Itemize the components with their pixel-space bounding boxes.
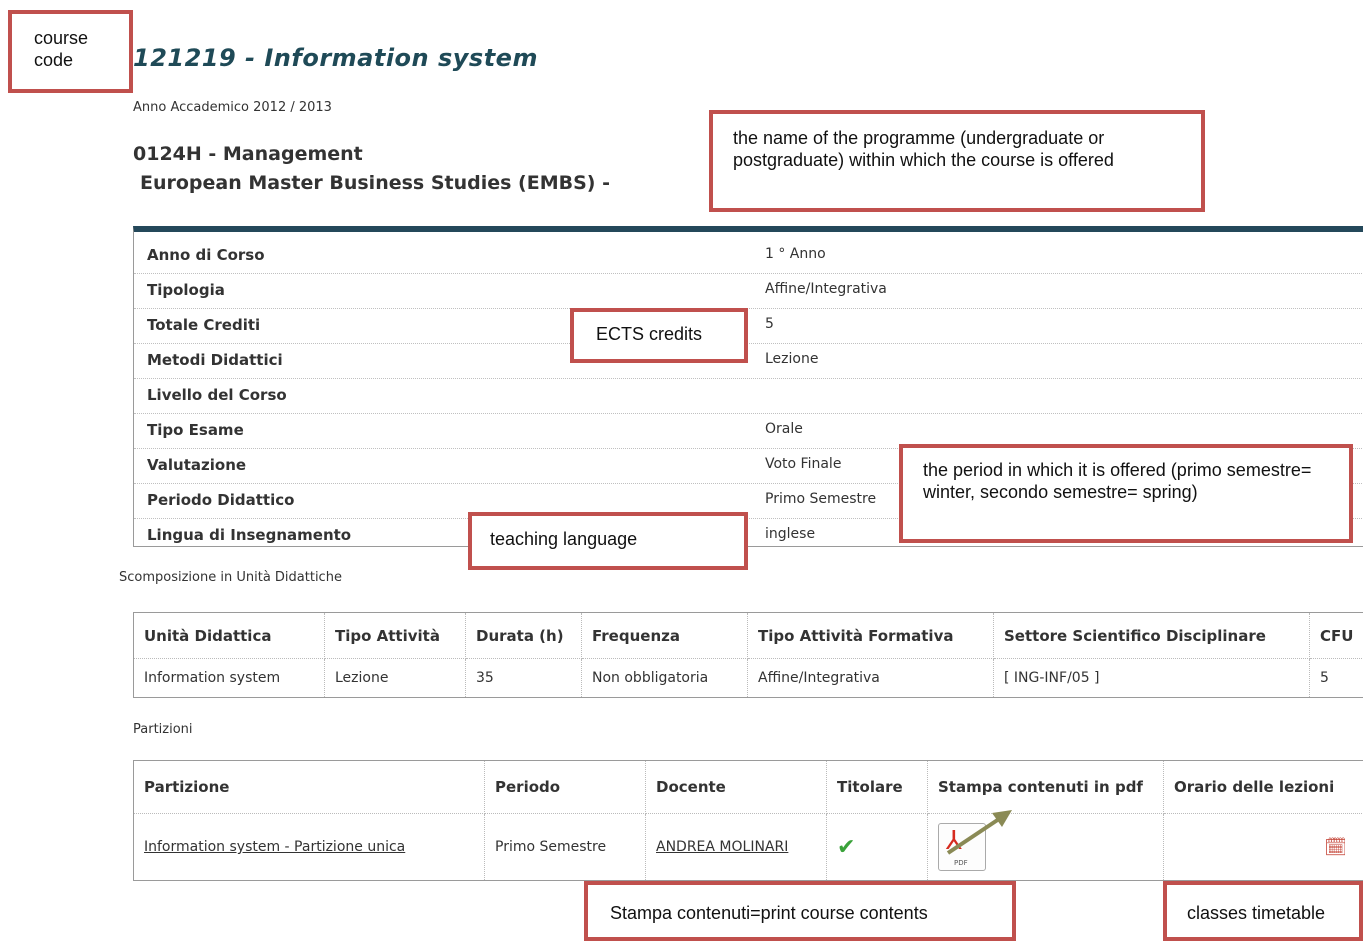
info-label: Periodo Didattico [147,491,294,509]
col-periodo: Periodo [485,761,646,814]
col-durata: Durata (h) [466,613,582,659]
info-value: Affine/Integrativa [765,281,887,297]
teacher-link[interactable]: ANDREA MOLINARI [656,839,788,855]
cell-periodo: Primo Semestre [485,814,646,881]
info-row: Metodi Didattici Lezione [134,343,1363,379]
annotation-timetable: classes timetable [1163,881,1363,941]
cell-settore: [ ING-INF/05 ] [994,659,1310,698]
info-value: Lezione [765,351,818,367]
col-tipo-attivita: Tipo Attività [325,613,466,659]
annotation-language: teaching language [468,512,748,570]
arrow-annotation [940,805,1020,860]
cell-frequenza: Non obbligatoria [582,659,748,698]
info-label: Metodi Didattici [147,351,283,369]
units-section-title: Scomposizione in Unità Didattiche [119,570,342,585]
info-label: Tipo Esame [147,421,244,439]
col-docente: Docente [646,761,827,814]
info-value: 5 [765,316,774,332]
col-frequenza: Frequenza [582,613,748,659]
partitions-header-row: Partizione Periodo Docente Titolare Stam… [134,761,1363,814]
units-table: Unità Didattica Tipo Attività Durata (h)… [133,612,1363,698]
info-label: Tipologia [147,281,225,299]
info-label: Anno di Corso [147,246,265,264]
table-row: Information system Lezione 35 Non obblig… [134,659,1363,698]
programme-code: 0124H - Management [133,143,363,165]
annotation-ects: ECTS credits [570,308,748,363]
col-tipo-formativa: Tipo Attività Formativa [748,613,994,659]
info-label: Valutazione [147,456,246,474]
cell-tipo-formativa: Affine/Integrativa [748,659,994,698]
info-row: Anno di Corso 1 ° Anno [134,238,1363,274]
partitions-section-title: Partizioni [133,722,193,737]
info-label: Livello del Corso [147,386,287,404]
info-row: Livello del Corso [134,378,1363,414]
info-label: Lingua di Insegnamento [147,526,351,544]
cell-durata: 35 [466,659,582,698]
check-icon: ✔ [837,835,855,860]
cell-docente: ANDREA MOLINARI [646,814,827,881]
programme-name: European Master Business Studies (EMBS) … [140,172,610,194]
col-unita: Unità Didattica [134,613,325,659]
col-orario: Orario delle lezioni [1164,761,1363,814]
annotation-period: the period in which it is offered (primo… [899,444,1353,543]
timetable-icon[interactable]: 🗓 [1324,837,1347,858]
info-value: Orale [765,421,803,437]
partitions-table: Partizione Periodo Docente Titolare Stam… [133,760,1363,881]
info-value: 1 ° Anno [765,246,826,262]
info-value: inglese [765,526,815,542]
annotation-course-code: course code [8,10,133,93]
units-header-row: Unità Didattica Tipo Attività Durata (h)… [134,613,1363,659]
info-value: Primo Semestre [765,491,876,507]
cell-orario: 🗓 [1164,814,1363,881]
col-settore: Settore Scientifico Disciplinare [994,613,1310,659]
info-row: Totale Crediti 5 [134,308,1363,344]
cell-tipo-attivita: Lezione [325,659,466,698]
info-value: Voto Finale [765,456,841,472]
cell-cfu: 5 [1310,659,1363,698]
cell-titolare: ✔ [827,814,928,881]
cell-partizione: Information system - Partizione unica [134,814,485,881]
col-partizione: Partizione [134,761,485,814]
course-title: 121219 - Information system [133,44,538,72]
info-label: Totale Crediti [147,316,260,334]
cell-unita: Information system [134,659,325,698]
annotation-print: Stampa contenuti=print course contents [584,881,1016,941]
info-row: Tipologia Affine/Integrativa [134,273,1363,309]
arrow-shaft [948,817,1002,853]
arrow-head [992,810,1012,827]
col-cfu: CFU [1310,613,1363,659]
table-row: Information system - Partizione unica Pr… [134,814,1363,881]
academic-year: Anno Accademico 2012 / 2013 [133,100,332,115]
partition-link[interactable]: Information system - Partizione unica [144,839,405,855]
col-titolare: Titolare [827,761,928,814]
annotation-programme: the name of the programme (undergraduate… [709,110,1205,212]
